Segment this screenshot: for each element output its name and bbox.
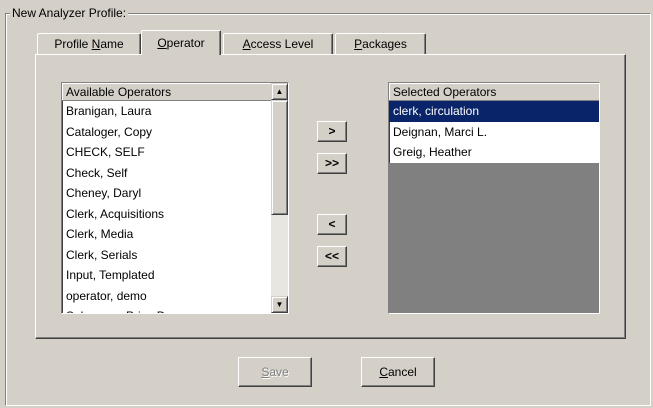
list-item[interactable]: Clerk, Media — [62, 224, 271, 245]
list-item[interactable]: operator, demo — [62, 286, 271, 307]
list-item[interactable]: Greig, Heather — [389, 142, 599, 163]
vertical-scrollbar[interactable]: ▲ ▼ — [271, 83, 288, 313]
cancel-mnemonic: C — [379, 365, 388, 379]
tab-label-post: ccess Level — [250, 37, 314, 51]
tab-label-post: ackages — [362, 37, 407, 51]
list-item[interactable]: Cataloger, Copy — [62, 122, 271, 143]
tab-label-pre: Profile — [54, 37, 92, 51]
available-list-body: Branigan, Laura Cataloger, Copy CHECK, S… — [62, 101, 271, 313]
scroll-thumb[interactable] — [271, 100, 288, 215]
group-title: New Analyzer Profile: — [10, 5, 129, 21]
save-label: ave — [269, 365, 289, 379]
tab-access-level[interactable]: Access Level — [223, 33, 333, 54]
tab-profile-name[interactable]: Profile Name — [37, 33, 141, 54]
operator-tab-panel: Available Operators Branigan, Laura Cata… — [35, 54, 626, 339]
list-item[interactable]: Clerk, Acquisitions — [62, 204, 271, 225]
add-all-operators-button[interactable]: >> — [317, 153, 347, 174]
selected-operators-list[interactable]: Selected Operators clerk, circulation De… — [388, 82, 600, 314]
list-item[interactable]: Check, Self — [62, 163, 271, 184]
tab-label-post: perator — [166, 36, 205, 50]
tab-operator[interactable]: Operator — [141, 30, 221, 55]
tab-mnemonic: A — [242, 37, 251, 51]
tab-label-post: ame — [100, 37, 124, 51]
tab-packages[interactable]: Packages — [335, 33, 426, 54]
list-item[interactable]: CHECK, SELF — [62, 142, 271, 163]
remove-operator-button[interactable]: < — [317, 214, 347, 235]
cancel-button[interactable]: Cancel — [361, 357, 435, 387]
scroll-down-arrow-icon[interactable]: ▼ — [271, 296, 288, 313]
empty-list-area — [389, 163, 599, 313]
remove-all-operators-button[interactable]: << — [317, 246, 347, 267]
list-item[interactable]: Clerk, Serials — [62, 245, 271, 266]
list-item[interactable]: Branigan, Laura — [62, 101, 271, 122]
tab-mnemonic: O — [157, 36, 167, 50]
save-button[interactable]: Save — [238, 357, 312, 387]
list-item[interactable]: Salesman, Price D. — [62, 306, 271, 313]
available-operators-list[interactable]: Available Operators Branigan, Laura Cata… — [61, 82, 289, 314]
scroll-up-arrow-icon[interactable]: ▲ — [271, 83, 288, 100]
list-item[interactable]: Cheney, Daryl — [62, 183, 271, 204]
available-operators-header: Available Operators — [62, 83, 288, 101]
selected-operators-header: Selected Operators — [389, 83, 599, 101]
tab-mnemonic: P — [354, 37, 363, 51]
cancel-label: ancel — [387, 365, 417, 379]
add-operator-button[interactable]: > — [317, 121, 347, 142]
list-item[interactable]: clerk, circulation — [389, 101, 599, 122]
list-item[interactable]: Deignan, Marci L. — [389, 122, 599, 143]
list-item[interactable]: Input, Templated — [62, 265, 271, 286]
